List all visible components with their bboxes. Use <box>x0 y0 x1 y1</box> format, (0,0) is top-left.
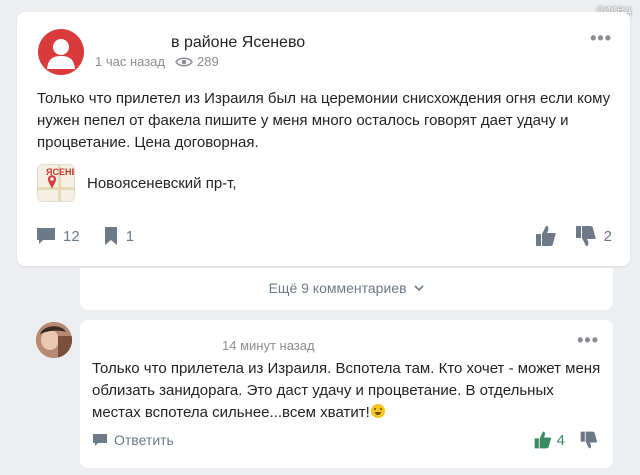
map-label: ЯСЕНЕ <box>46 167 75 177</box>
comment-text: Только что прилетела из Израиля. Вспотел… <box>92 358 602 424</box>
comment-likes-count: 4 <box>556 431 565 449</box>
post-votes: 2 <box>534 224 612 248</box>
comment-icon <box>37 228 55 244</box>
eye-icon <box>175 57 193 66</box>
post-card: в районе Ясенево 1 час назад 289 ••• Тол… <box>17 12 630 266</box>
bookmarks-count: 1 <box>125 227 135 245</box>
user-photo-icon <box>36 322 72 358</box>
bookmark-button[interactable]: 1 <box>102 226 134 246</box>
grinning-emoji-icon <box>370 404 385 418</box>
reply-button[interactable]: Ответить <box>92 432 174 448</box>
comment-votes: 4 <box>533 430 599 450</box>
chevron-down-icon <box>414 285 424 292</box>
post-text: Только что прилетел из Израиля был на це… <box>37 90 611 151</box>
reply-label: Ответить <box>114 432 174 448</box>
comment-card: 14 минут назад ••• Только что прилетела … <box>36 320 613 468</box>
thumbs-up-icon <box>535 226 556 246</box>
comments-button[interactable]: 12 <box>35 226 80 246</box>
bookmark-icon <box>104 227 117 245</box>
more-dots-icon[interactable]: ••• <box>577 330 599 351</box>
comment-time[interactable]: 14 минут назад <box>222 338 315 353</box>
comment-dislike-button[interactable] <box>579 430 599 450</box>
thumbs-down-icon <box>580 431 598 449</box>
like-button[interactable] <box>534 224 558 248</box>
comments-count: 12 <box>63 227 80 245</box>
post-place[interactable]: ЯСЕНЕ Новоясеневский пр-т, <box>37 164 237 202</box>
dislike-button[interactable]: 2 <box>574 224 612 248</box>
map-thumbnail[interactable]: ЯСЕНЕ <box>37 164 75 202</box>
views-count: 289 <box>197 54 219 69</box>
dislikes-count: 2 <box>603 227 612 245</box>
more-comments-label: Ещё 9 комментариев <box>268 280 407 296</box>
comment-like-button[interactable]: 4 <box>533 430 565 450</box>
more-dots-icon[interactable]: ••• <box>590 28 612 49</box>
user-silhouette-icon <box>47 39 75 69</box>
post-meta: 1 час назад 289 <box>95 54 219 69</box>
post-author-area[interactable]: в районе Ясенево <box>171 34 305 52</box>
thumbs-down-icon <box>575 226 596 246</box>
comment-icon <box>93 434 107 446</box>
post-actions: 12 1 <box>35 226 148 246</box>
place-label: Новоясеневский пр-т, <box>87 174 237 192</box>
thumbs-up-icon <box>534 431 551 449</box>
comment-avatar[interactable] <box>36 322 72 358</box>
post-time[interactable]: 1 час назад <box>95 54 165 69</box>
views-counter: 289 <box>175 54 219 69</box>
comment-text-body: Только что прилетела из Израиля. Вспотел… <box>92 360 601 421</box>
avatar[interactable] <box>38 29 84 75</box>
more-comments-bar: Ещё 9 комментариев <box>80 268 613 310</box>
more-comments-link[interactable]: Ещё 9 комментариев <box>80 280 613 296</box>
